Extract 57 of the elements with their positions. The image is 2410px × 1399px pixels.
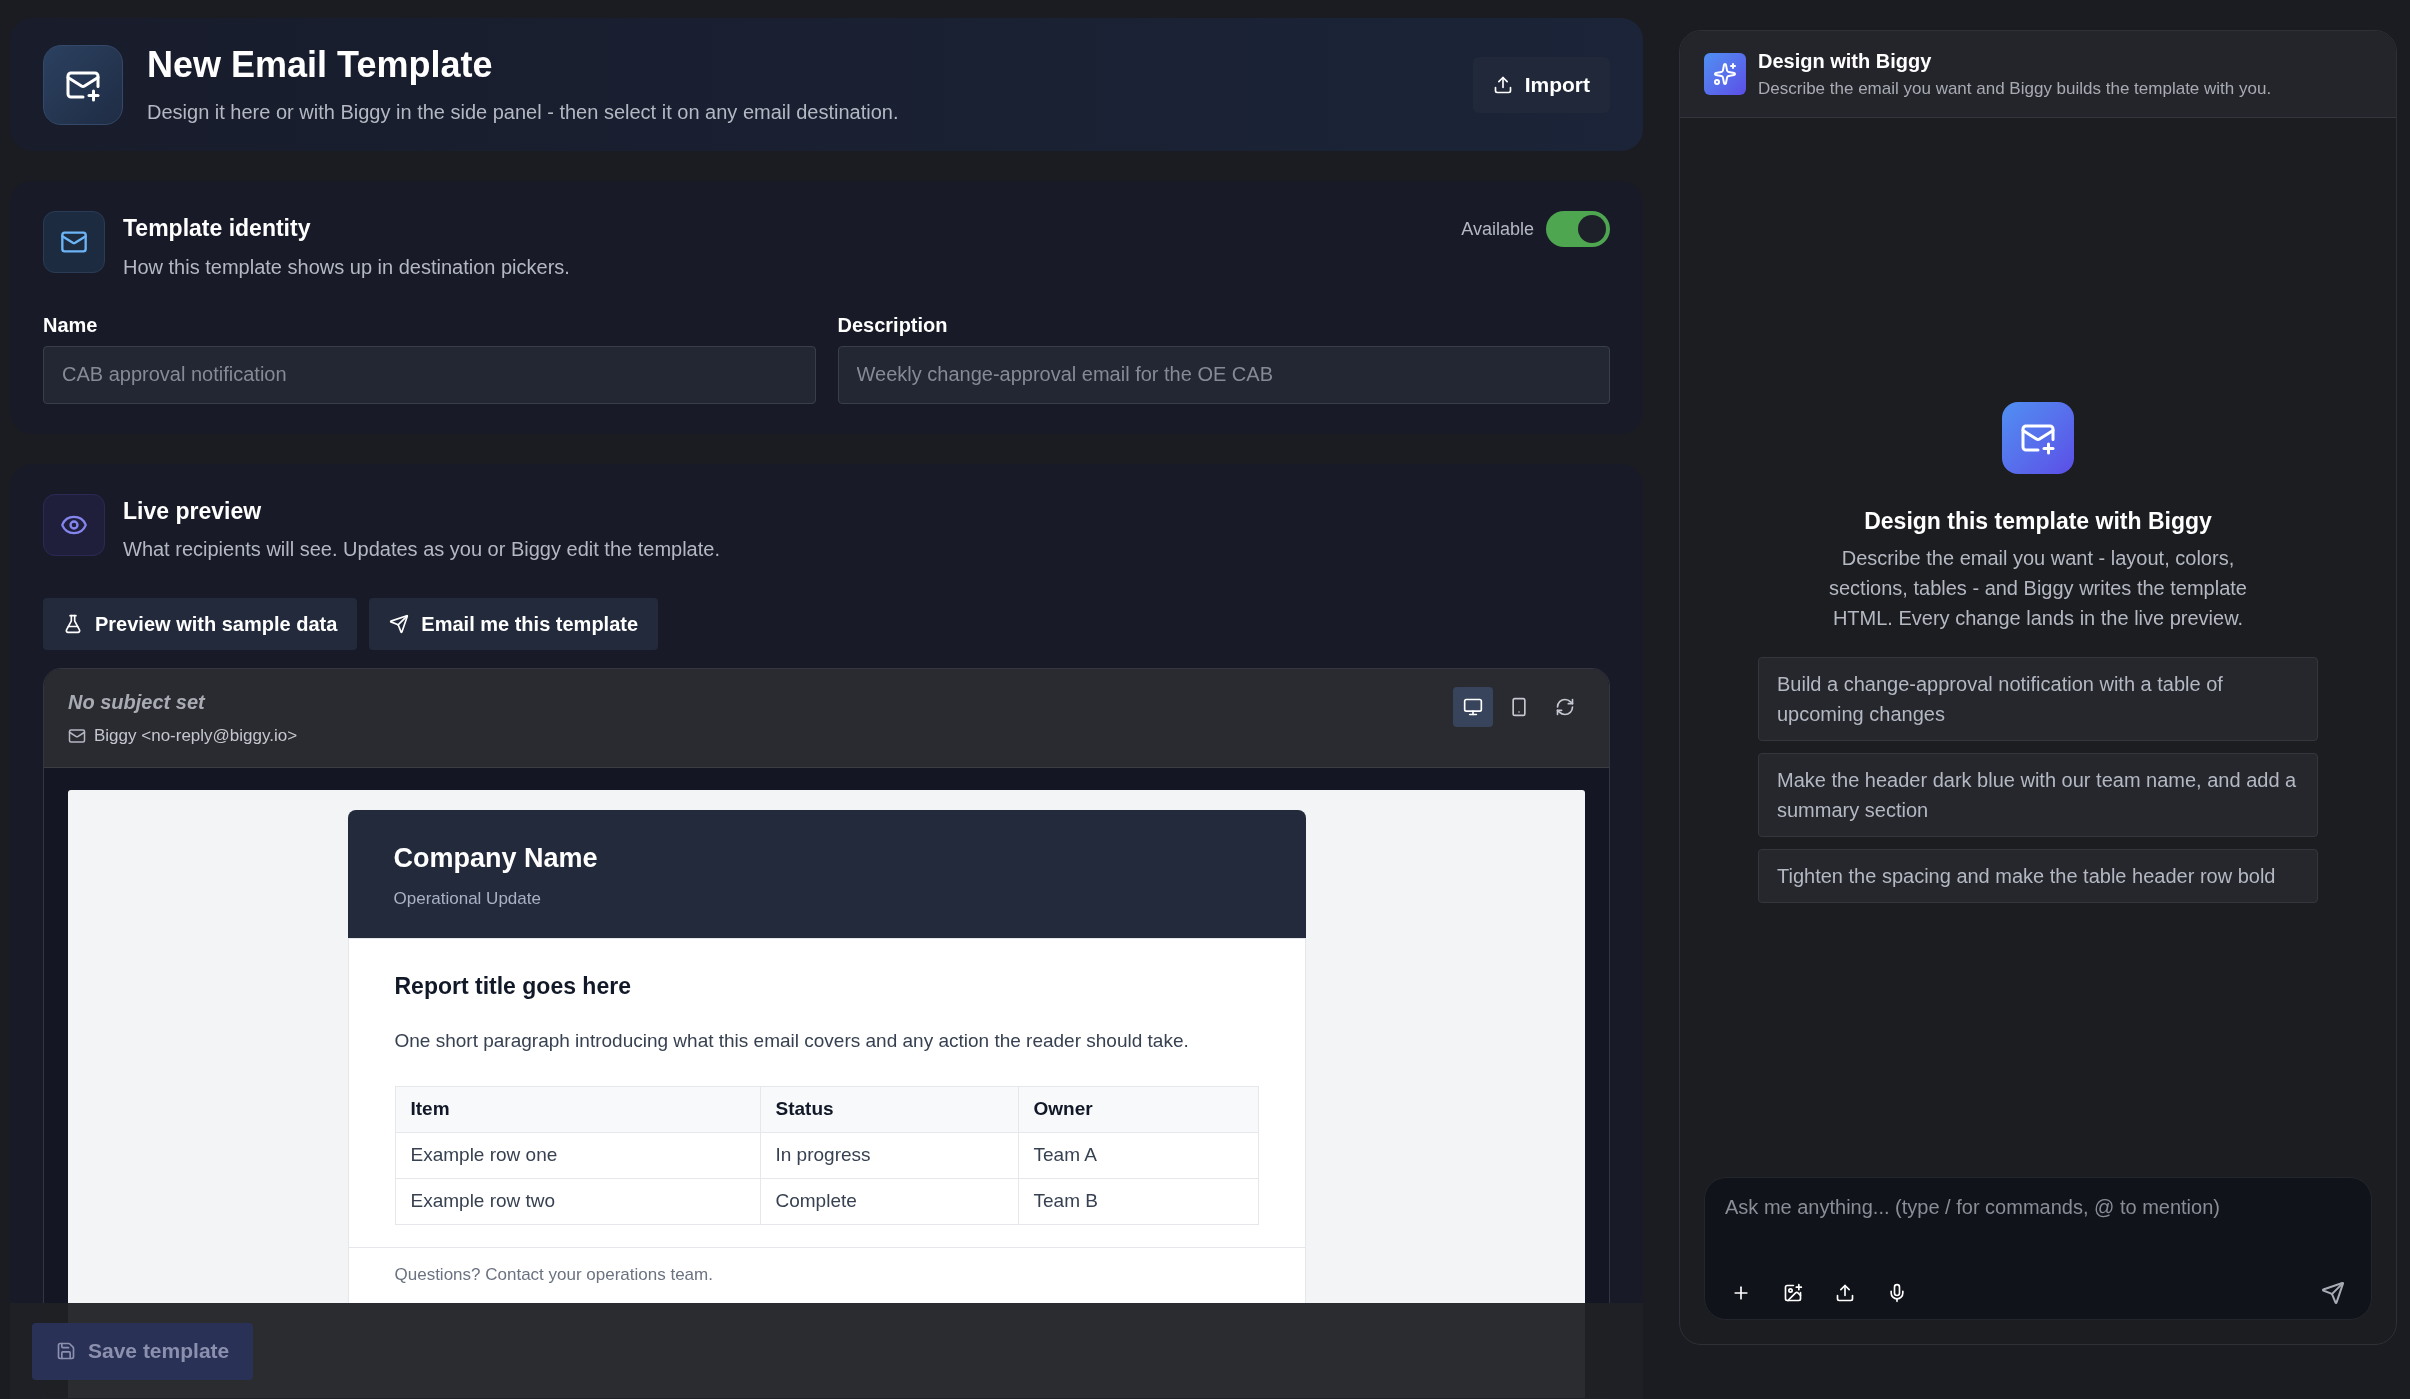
page-subtitle: Design it here or with Biggy in the side panel - then select it on any email destination. (147, 100, 900, 125)
message-field[interactable]: Ask me anything... (type / for commands, @ to mention) (1725, 1192, 2351, 1222)
table-cell: Team A (1018, 1132, 1258, 1178)
upload-icon[interactable] (1835, 1283, 1855, 1303)
save-icon (56, 1341, 76, 1361)
section-title: Template identity (123, 214, 312, 243)
eye-icon (43, 493, 105, 556)
image-add-icon[interactable] (1783, 1283, 1803, 1303)
action-button[interactable]: Email me this template (369, 598, 659, 650)
email-subject: No subject set (68, 690, 207, 715)
mail-icon (68, 726, 86, 745)
panel-subtitle: Describe the email you want and Biggy builds the template with you. (1758, 78, 2272, 101)
desktop-icon (1463, 697, 1483, 717)
field-label: Name (43, 312, 99, 338)
table-cell: Team B (1018, 1178, 1258, 1224)
sparkles-icon (1704, 53, 1746, 95)
section-subtitle: How this template shows up in destination pickers. (123, 254, 571, 280)
microphone-icon[interactable] (1887, 1283, 1907, 1303)
email-footer-text: Questions? Contact your operations team. (394, 1264, 713, 1284)
mobile-icon (1509, 697, 1529, 717)
email-paragraph: One short paragraph introducing what this email covers and any action the reader should take. (394, 1029, 1190, 1053)
table-cell: Example row two (395, 1178, 760, 1224)
table-header-cell: Status (760, 1086, 1018, 1132)
table-cell: In progress (760, 1132, 1018, 1178)
available-label: Available (1461, 217, 1534, 241)
empty-title: Design this template with Biggy (1864, 507, 2212, 536)
mail-icon (43, 211, 105, 273)
table-cell: Complete (760, 1178, 1018, 1224)
send-icon[interactable] (2321, 1281, 2345, 1305)
section-title: Live preview (123, 496, 263, 526)
mail-plus-icon (2002, 402, 2074, 474)
action-button[interactable]: Preview with sample data (43, 598, 358, 650)
sender-address: Biggy <no-reply@biggy.io> (94, 725, 298, 747)
send-icon (389, 614, 410, 634)
text-field[interactable]: Weekly change-approval email for the OE CAB (837, 345, 1610, 404)
import-button[interactable]: Import (1472, 56, 1610, 113)
upload-icon (1492, 74, 1513, 95)
report-title: Report title goes here (394, 971, 632, 1001)
view-mode-button[interactable] (1453, 687, 1493, 727)
field-label: Description (837, 312, 949, 338)
flask-icon (63, 614, 83, 634)
table-header-cell: Owner (1018, 1086, 1258, 1132)
available-toggle[interactable] (1546, 211, 1610, 247)
text-field[interactable]: CAB approval notification (43, 345, 816, 404)
table-header-cell: Item (395, 1086, 760, 1132)
section-subtitle: What recipients will see. Updates as you or Biggy edit the template. (123, 537, 720, 562)
suggestion-button[interactable]: Tighten the spacing and make the table header row bold (1758, 848, 2318, 903)
panel-title: Design with Biggy (1758, 49, 1933, 75)
company-name: Company Name (393, 841, 599, 875)
page-title: New Email Template (147, 43, 494, 87)
company-tagline: Operational Update (393, 888, 542, 910)
suggestion-button[interactable]: Build a change-approval notification with a table of upcoming changes (1758, 656, 2318, 741)
suggestion-button[interactable]: Make the header dark blue with our team name, and add a summary section (1758, 752, 2318, 837)
empty-description: Describe the email you want - layout, colors, sections, tables - and Biggy writes the template HTML. Every change lands in the live preview. (1828, 545, 2248, 631)
refresh-icon (1555, 697, 1575, 717)
mail-plus-icon (43, 44, 123, 125)
table-cell: Example row one (395, 1132, 760, 1178)
